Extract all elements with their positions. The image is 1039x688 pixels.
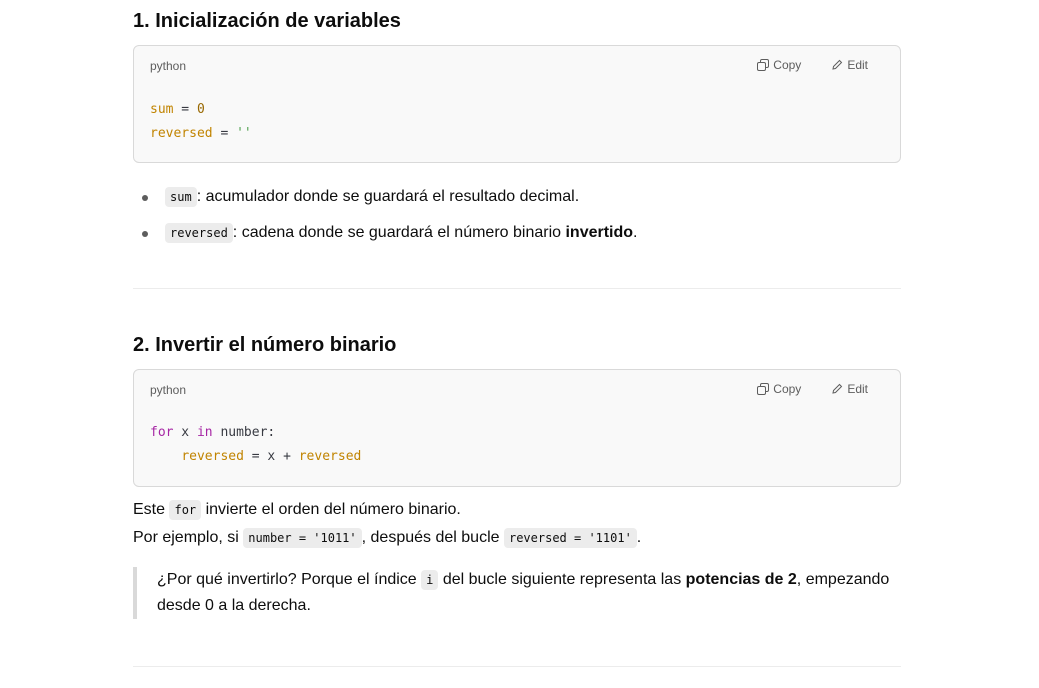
section-divider — [133, 288, 901, 289]
section-heading-1: 1. Inicialización de variables — [133, 10, 401, 32]
section-heading-2: 2. Invertir el número binario — [133, 334, 397, 356]
inline-code: reversed — [165, 223, 233, 243]
copy-label: Copy — [773, 382, 802, 396]
bullet-list: sum: acumulador donde se guardará el res… — [133, 185, 901, 245]
code-token: reversed — [181, 449, 244, 464]
code-block-1: python Copy Edit sum = 0 reversed = '' — [133, 45, 901, 163]
blockquote: ¿Por qué invertirlo? Porque el índice i … — [133, 567, 897, 619]
paragraph-text: . — [636, 529, 642, 546]
code-toolbar: Copy Edit — [757, 58, 868, 72]
list-item-text: . — [633, 224, 638, 241]
code-token: for — [150, 425, 174, 440]
edit-label: Edit — [847, 382, 868, 396]
edit-icon — [832, 59, 843, 70]
code-token: = — [173, 102, 197, 117]
code-header: python Copy Edit — [134, 46, 900, 86]
code-text: sum = 0 reversed = '' — [134, 86, 900, 146]
bold-text: invertido — [565, 224, 634, 241]
edit-icon — [832, 383, 843, 394]
paragraph-text: , después del bucle — [361, 529, 504, 546]
copy-button[interactable]: Copy — [757, 382, 801, 396]
inline-code: sum — [165, 187, 197, 207]
code-token: in — [196, 425, 213, 440]
list-item: sum: acumulador donde se guardará el res… — [133, 185, 901, 209]
code-language-label: python — [150, 383, 187, 397]
code-token: = — [212, 126, 237, 141]
copy-button[interactable]: Copy — [757, 58, 801, 72]
copy-icon — [757, 383, 770, 395]
inline-code: for — [169, 500, 202, 520]
code-token: reversed — [150, 126, 213, 141]
quote-text: ¿Por qué invertirlo? Porque el índice — [157, 571, 422, 588]
paragraph-text: invierte el orden del número binario. — [201, 501, 461, 518]
paragraph-text: Por ejemplo, si — [133, 529, 244, 546]
inline-code: reversed = '1101' — [503, 528, 637, 548]
edit-button[interactable]: Edit — [831, 58, 868, 72]
inline-code: i — [421, 570, 439, 590]
code-language-label: python — [150, 59, 187, 73]
section-divider — [133, 666, 901, 667]
code-header: python Copy Edit — [134, 370, 900, 410]
list-item-text: : acumulador donde se guardará el result… — [196, 188, 580, 205]
code-token: number: — [212, 425, 276, 440]
code-token: '' — [236, 126, 252, 141]
code-toolbar: Copy Edit — [757, 382, 868, 396]
code-block-2: python Copy Edit for x in number: revers… — [133, 369, 901, 487]
paragraph-text: Este — [133, 501, 170, 518]
code-token: reversed — [298, 449, 362, 464]
list-item: reversed: cadena donde se guardará el nú… — [133, 221, 901, 245]
bold-text: potencias de 2 — [685, 571, 797, 588]
copy-icon — [757, 59, 770, 71]
paragraph: Este for invierte el orden del número bi… — [133, 496, 901, 524]
copy-label: Copy — [773, 58, 802, 72]
quote-text: del bucle siguiente representa las — [438, 571, 686, 588]
code-token: x — [173, 425, 197, 440]
edit-label: Edit — [847, 58, 868, 72]
inline-code: number = '1011' — [243, 528, 362, 548]
code-token: = x + — [243, 449, 299, 464]
list-item-text: : cadena donde se guardará el número bin… — [232, 224, 566, 241]
code-token: sum — [150, 102, 174, 117]
paragraph: Por ejemplo, si number = '1011', después… — [133, 524, 901, 552]
code-token: 0 — [196, 102, 205, 117]
code-text: for x in number: reversed = x + reversed — [134, 410, 900, 469]
edit-button[interactable]: Edit — [831, 382, 868, 396]
